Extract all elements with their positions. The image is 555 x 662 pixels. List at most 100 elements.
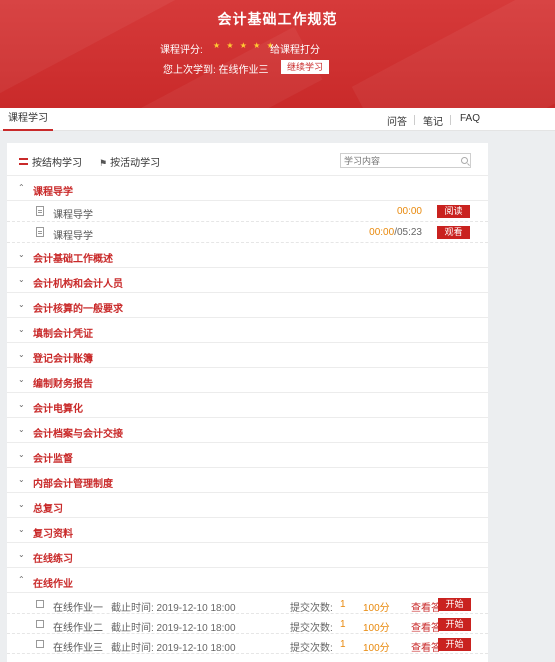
chapter-title: 课程导学 xyxy=(33,187,73,198)
tab-course-study[interactable]: 课程学习 xyxy=(3,112,53,131)
chevron-up-icon: ⌃ xyxy=(18,183,25,192)
chapter-row[interactable]: ⌄ 编制财务报告 xyxy=(7,368,488,393)
chapter-row[interactable]: ⌄ 会计核算的一般要求 xyxy=(7,293,488,318)
chapter-title: 内部会计管理制度 xyxy=(33,479,113,490)
continue-learning-button[interactable]: 继续学习 xyxy=(281,60,329,74)
chevron-down-icon: ⌄ xyxy=(18,400,25,409)
last-studied-text: 您上次学到: 在线作业三 xyxy=(163,65,269,76)
tab-notes[interactable]: 笔记 xyxy=(423,113,443,128)
homework-deadline: 截止时间: 2019-12-10 18:00 xyxy=(111,643,236,654)
chapter-row[interactable]: ⌄ 在线练习 xyxy=(7,543,488,568)
start-button[interactable]: 开始 xyxy=(438,638,471,651)
view-by-activity[interactable]: ⚑ 按活动学习 xyxy=(99,154,160,169)
chapter-title: 会计基础工作概述 xyxy=(33,254,113,265)
chapter-title: 会计监督 xyxy=(33,454,73,465)
flag-icon: ⚑ xyxy=(99,158,108,168)
start-button[interactable]: 开始 xyxy=(438,618,471,631)
homework-name[interactable]: 在线作业二 xyxy=(53,619,103,634)
chevron-down-icon: ⌄ xyxy=(18,300,25,309)
list-icon xyxy=(19,158,28,165)
tab-divider xyxy=(450,115,451,125)
chevron-down-icon: ⌄ xyxy=(18,450,25,459)
homework-score: 100分 xyxy=(363,643,390,654)
chevron-down-icon: ⌄ xyxy=(18,325,25,334)
lesson-item: 课程导学 00:00/05:23 观看 xyxy=(7,222,488,243)
chevron-down-icon: ⌄ xyxy=(18,525,25,534)
chapter-row[interactable]: ⌄ 会计监督 xyxy=(7,443,488,468)
chapter-row[interactable]: ⌄ 会计档案与会计交接 xyxy=(7,418,488,443)
submission-label: 提交次数: xyxy=(290,623,333,634)
start-button[interactable]: 开始 xyxy=(438,598,471,611)
chevron-down-icon: ⌄ xyxy=(18,350,25,359)
homework-item: 在线作业二 截止时间: 2019-12-10 18:00 提交次数: 1 100… xyxy=(7,615,488,634)
search-input[interactable] xyxy=(340,153,471,168)
homework-score: 100分 xyxy=(363,623,390,634)
rating-label: 课程评分: xyxy=(160,45,203,56)
lesson-time: 00:00 xyxy=(369,227,395,238)
chapter-title: 会计机构和会计人员 xyxy=(33,279,123,290)
chapter-row[interactable]: ⌄ 填制会计凭证 xyxy=(7,318,488,343)
homework-icon xyxy=(36,600,44,608)
chapter-row[interactable]: ⌃ 课程导学 xyxy=(7,176,488,201)
homework-icon xyxy=(36,620,44,628)
view-by-structure-label: 按结构学习 xyxy=(32,158,82,169)
tab-divider xyxy=(414,115,415,125)
homework-name[interactable]: 在线作业三 xyxy=(53,639,103,654)
lesson-name[interactable]: 课程导学 xyxy=(53,227,93,242)
chapter-title: 在线练习 xyxy=(33,554,73,565)
chevron-down-icon: ⌄ xyxy=(18,500,25,509)
course-banner: 会计基础工作规范 课程评分: ★ ★ ★ ★ ★ 给课程打分 您上次学到: 在线… xyxy=(0,0,555,108)
read-button[interactable]: 阅读 xyxy=(437,205,470,218)
course-structure-panel: 按结构学习 ⚑按活动学习 ⌃ 课程导学 课程导学 00:00 阅读 课程导学 0… xyxy=(7,143,488,662)
submission-count: 1 xyxy=(340,619,346,630)
view-answer-link[interactable]: 查看答案 xyxy=(411,599,441,614)
chapter-row[interactable]: ⌄ 会计机构和会计人员 xyxy=(7,268,488,293)
submission-label: 提交次数: xyxy=(290,603,333,614)
chapter-title: 总复习 xyxy=(33,504,63,515)
chapter-title: 会计档案与会计交接 xyxy=(33,429,123,440)
chapter-title: 复习资料 xyxy=(33,529,73,540)
homework-deadline: 截止时间: 2019-12-10 18:00 xyxy=(111,603,236,614)
chapter-row[interactable]: ⌄ 内部会计管理制度 xyxy=(7,468,488,493)
lesson-duration: /05:23 xyxy=(394,227,422,238)
submission-count: 1 xyxy=(340,599,346,610)
chapter-row[interactable]: ⌄ 会计基础工作概述 xyxy=(7,243,488,268)
view-by-structure[interactable]: 按结构学习 xyxy=(19,154,82,169)
view-by-activity-label: 按活动学习 xyxy=(110,158,161,169)
lesson-item: 课程导学 00:00 阅读 xyxy=(7,201,488,222)
tab-qa[interactable]: 问答 xyxy=(387,113,407,128)
lesson-progress: 00:00/05:23 xyxy=(369,227,422,238)
submission-label: 提交次数: xyxy=(290,643,333,654)
chevron-down-icon: ⌄ xyxy=(18,550,25,559)
chapter-row[interactable]: ⌄ 复习资料 xyxy=(7,518,488,543)
chevron-down-icon: ⌄ xyxy=(18,250,25,259)
search-icon[interactable] xyxy=(461,157,468,164)
chapter-title: 编制财务报告 xyxy=(33,379,93,390)
chapter-row[interactable]: ⌄ 登记会计账簿 xyxy=(7,343,488,368)
chapter-row[interactable]: ⌄ 总复习 xyxy=(7,493,488,518)
document-icon xyxy=(36,227,44,237)
homework-score: 100分 xyxy=(363,603,390,614)
chapter-title: 会计核算的一般要求 xyxy=(33,304,123,315)
document-icon xyxy=(36,206,44,216)
chevron-down-icon: ⌄ xyxy=(18,475,25,484)
course-title: 会计基础工作规范 xyxy=(217,11,338,27)
chapter-title: 会计电算化 xyxy=(33,404,83,415)
homework-name[interactable]: 在线作业一 xyxy=(53,599,103,614)
lesson-time: 00:00 xyxy=(396,206,422,217)
chapter-row[interactable]: ⌄ 会计电算化 xyxy=(7,393,488,418)
lesson-progress: 00:00 xyxy=(397,206,422,217)
view-answer-link[interactable]: 查看答案 xyxy=(411,619,441,634)
chapter-title: 在线作业 xyxy=(33,579,73,590)
chevron-down-icon: ⌄ xyxy=(18,425,25,434)
course-tab-bar: 课程学习 问答 笔记 FAQ xyxy=(0,108,555,131)
view-answer-link[interactable]: 查看答案 xyxy=(411,639,441,654)
rate-course-link[interactable]: 给课程打分 xyxy=(270,41,320,56)
chapter-row[interactable]: ⌃ 在线作业 xyxy=(7,568,488,593)
homework-icon xyxy=(36,640,44,648)
homework-item: 在线作业三 截止时间: 2019-12-10 18:00 提交次数: 1 100… xyxy=(7,635,488,654)
tab-faq[interactable]: FAQ xyxy=(460,113,480,124)
lesson-name[interactable]: 课程导学 xyxy=(53,206,93,221)
chevron-down-icon: ⌄ xyxy=(18,275,25,284)
watch-button[interactable]: 观看 xyxy=(437,226,470,239)
